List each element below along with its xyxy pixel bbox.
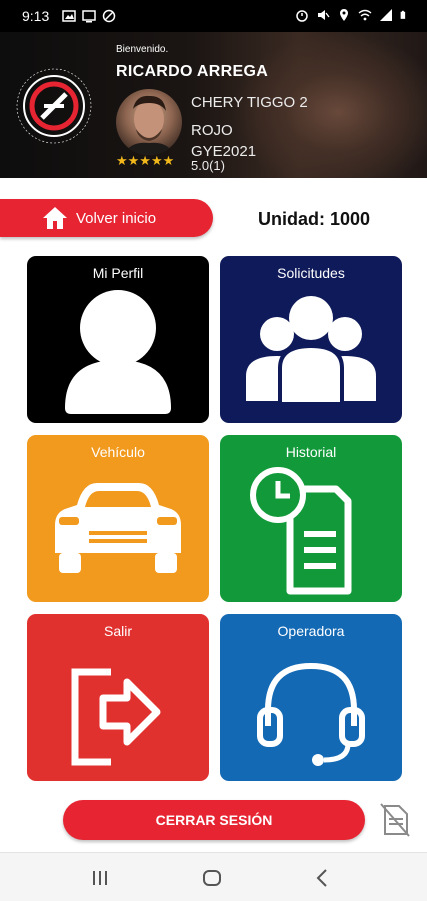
recent-apps-icon[interactable]	[88, 866, 112, 890]
tile-vehicle[interactable]: Vehículo	[27, 435, 209, 602]
cooperative-logo	[16, 68, 92, 144]
unit-label: Unidad: 1000	[258, 209, 371, 229]
logout-label: CERRAR SESIÓN	[155, 812, 273, 828]
logout-button[interactable]: CERRAR SESIÓN	[63, 800, 365, 840]
tile-history[interactable]: Historial	[220, 435, 402, 602]
status-left-icons	[62, 9, 116, 23]
tile-operator[interactable]: Operadora	[220, 614, 402, 781]
cast-icon	[82, 10, 96, 23]
car-color: ROJO	[191, 122, 233, 139]
back-home-button[interactable]: Volver inicio	[0, 199, 213, 237]
driver-photo	[124, 95, 174, 155]
mute-icon	[318, 10, 330, 20]
headset-icon	[257, 662, 365, 766]
alarm-icon	[296, 10, 308, 22]
disabled-icon	[102, 9, 116, 23]
rating-value: 5.0(1)	[191, 158, 225, 173]
home-nav-icon[interactable]	[200, 866, 224, 890]
avatar[interactable]	[116, 89, 182, 155]
back-home-label: Volver inicio	[76, 209, 157, 227]
exit-icon	[71, 668, 161, 766]
welcome-text: Bienvenido.	[116, 44, 169, 55]
no-document-icon[interactable]	[377, 800, 413, 838]
status-right-icons	[295, 8, 409, 22]
car-plate: GYE2021	[191, 143, 257, 157]
status-bar: 9:13	[0, 0, 427, 32]
user-icon	[65, 290, 171, 414]
wifi-icon	[358, 9, 372, 21]
tile-requests[interactable]: Solicitudes	[220, 256, 402, 423]
rating-stars: ★★★★★	[116, 153, 175, 168]
history-icon	[250, 467, 352, 595]
tile-profile[interactable]: Mi Perfil	[27, 256, 209, 423]
system-nav-bar	[0, 852, 427, 901]
driver-name: RICARDO ARREGA	[116, 63, 269, 80]
car-icon	[55, 483, 181, 573]
back-nav-icon[interactable]	[311, 866, 335, 890]
group-icon	[246, 296, 376, 406]
location-icon	[340, 9, 348, 21]
image-icon	[62, 10, 76, 22]
home-icon	[43, 207, 67, 229]
car-model: CHERY TIGGO 2	[191, 94, 308, 111]
signal-icon	[380, 9, 392, 21]
status-time: 9:13	[22, 8, 50, 24]
profile-header: Bienvenido. RICARDO ARREGA ★★★★★ CHERY T…	[0, 32, 427, 178]
tile-exit[interactable]: Salir	[27, 614, 209, 781]
battery-icon	[400, 10, 406, 19]
